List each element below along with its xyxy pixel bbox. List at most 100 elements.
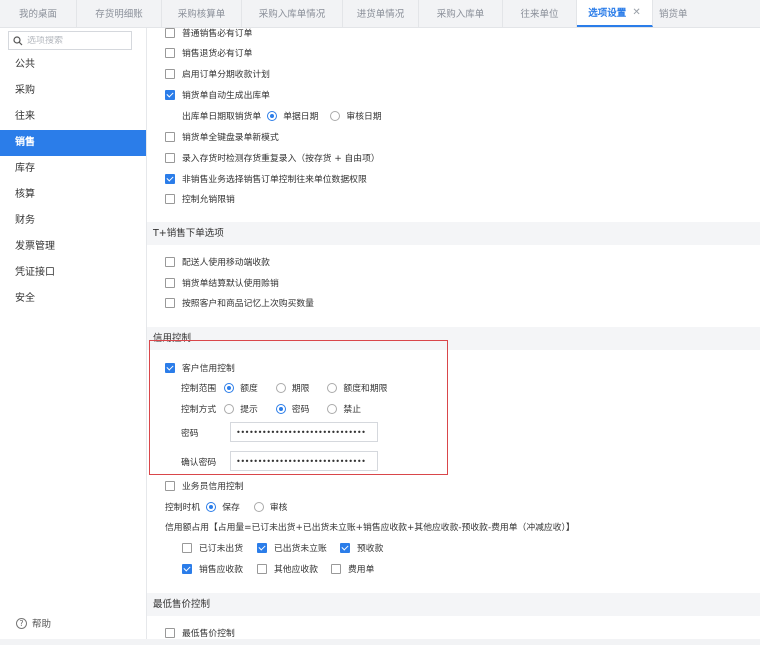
help-link[interactable]: ? 帮助 xyxy=(16,616,51,630)
sidebar-item-accounting[interactable]: 核算 xyxy=(0,182,146,208)
option-remember-quantity[interactable]: 按照客户和商品记忆上次购买数量 xyxy=(165,296,314,309)
tab-my-desktop[interactable]: 我的桌面 xyxy=(0,0,77,27)
sidebar-item-invoice[interactable]: 发票管理 xyxy=(0,234,146,260)
option-shipped-not-billed[interactable]: 已出货未立账 xyxy=(257,541,340,554)
checkbox-checked[interactable] xyxy=(165,362,175,373)
radio-mode-password[interactable]: 密码 xyxy=(275,402,309,415)
option-default-credit-sale[interactable]: 销货单结算默认使用赊销 xyxy=(165,276,279,289)
tab-purchase-receipt[interactable]: 采购入库单 xyxy=(419,0,503,27)
close-icon[interactable]: ✕ xyxy=(632,7,640,18)
option-label: 按照客户和商品记忆上次购买数量 xyxy=(182,299,314,309)
tab-inventory-ledger[interactable]: 存货明细账 xyxy=(77,0,162,27)
tab-purchase-status[interactable]: 进货单情况 xyxy=(343,0,419,27)
radio[interactable] xyxy=(267,110,278,121)
option-min-price[interactable]: 最低售价控制 xyxy=(165,626,235,639)
checkbox[interactable] xyxy=(165,131,175,142)
confirm-password-field[interactable]: •••••••••••••••••••••••••••••• xyxy=(230,451,378,471)
option-expense-bill[interactable]: 费用单 xyxy=(331,562,374,575)
checkbox-checked[interactable] xyxy=(165,89,175,100)
checkbox[interactable] xyxy=(165,297,175,308)
option-label: 控制允销限销 xyxy=(182,195,235,205)
radio-label: 保存 xyxy=(222,503,240,513)
radio[interactable] xyxy=(327,382,338,393)
checkbox[interactable] xyxy=(257,563,267,574)
radio-range-period[interactable]: 期限 xyxy=(275,381,309,394)
tab-label: 采购核算单 xyxy=(177,9,226,20)
radio[interactable] xyxy=(330,110,341,121)
radio-mode-prompt[interactable]: 提示 xyxy=(224,402,258,415)
option-label: 普通销售必有订单 xyxy=(182,29,253,39)
radio-range-amount[interactable]: 额度 xyxy=(224,381,258,394)
option-label: 预收款 xyxy=(357,544,384,554)
formula-options-row-1: 已订未出货 已出货未立账 预收款 xyxy=(182,541,383,554)
checkbox[interactable] xyxy=(165,627,175,638)
sidebar-item-voucher[interactable]: 凭证接口 xyxy=(0,260,146,286)
control-range-row: 控制范围 额度 期限 额度和期限 xyxy=(181,381,387,394)
option-return-order-required[interactable]: 销售退货必有订单 xyxy=(165,46,252,59)
option-duplicate-check[interactable]: 录入存货时检测存货重复录入（按存货 + 自由项） xyxy=(165,151,380,164)
option-customer-credit[interactable]: 客户信用控制 xyxy=(165,361,235,374)
checkbox-checked[interactable] xyxy=(340,542,350,553)
tab-options[interactable]: 选项设置 ✕ xyxy=(577,0,653,27)
radio[interactable] xyxy=(253,501,264,512)
checkbox-checked[interactable] xyxy=(165,173,175,184)
option-ordered-not-shipped[interactable]: 已订未出货 xyxy=(182,541,257,554)
option-other-receivable[interactable]: 其他应收款 xyxy=(257,562,331,575)
sidebar-item-partners[interactable]: 往来 xyxy=(0,104,146,130)
checkbox[interactable] xyxy=(182,542,192,553)
radio-document-date[interactable]: 单据日期 xyxy=(267,109,318,122)
radio-timing-save[interactable]: 保存 xyxy=(206,500,240,513)
checkbox[interactable] xyxy=(165,256,175,267)
option-advance-receipt[interactable]: 预收款 xyxy=(340,541,383,554)
radio-audit-date[interactable]: 审核日期 xyxy=(330,109,382,122)
radio[interactable] xyxy=(327,403,338,414)
radio[interactable] xyxy=(275,403,286,414)
radio-label: 额度 xyxy=(240,384,258,394)
password-field[interactable]: •••••••••••••••••••••••••••••• xyxy=(230,422,378,442)
checkbox-checked[interactable] xyxy=(257,542,267,553)
option-mobile-collection[interactable]: 配送人使用移动端收款 xyxy=(165,255,270,268)
radio[interactable] xyxy=(275,382,286,393)
search-box[interactable] xyxy=(8,31,132,50)
bottom-bar xyxy=(0,639,760,645)
search-input[interactable] xyxy=(27,35,127,46)
checkbox[interactable] xyxy=(165,68,175,79)
checkbox[interactable] xyxy=(165,47,175,58)
option-sales-receivable[interactable]: 销售应收款 xyxy=(182,562,257,575)
radio-timing-audit[interactable]: 审核 xyxy=(253,500,287,513)
control-range-label: 控制范围 xyxy=(181,384,217,394)
checkbox[interactable] xyxy=(331,563,341,574)
checkbox-checked[interactable] xyxy=(182,563,192,574)
sidebar-item-common[interactable]: 公共 xyxy=(0,52,146,78)
sidebar-item-inventory[interactable]: 库存 xyxy=(0,156,146,182)
option-keyboard-mode[interactable]: 销货单全键盘录单新模式 xyxy=(165,130,279,143)
tab-purchase-accounting[interactable]: 采购核算单 xyxy=(162,0,242,27)
option-auto-outbound[interactable]: 销货单自动生成出库单 xyxy=(165,88,270,101)
option-salesperson-credit[interactable]: 业务员信用控制 xyxy=(165,479,244,492)
checkbox[interactable] xyxy=(165,277,175,288)
option-installment-plan[interactable]: 启用订单分期收款计划 xyxy=(165,67,270,80)
radio[interactable] xyxy=(224,403,235,414)
checkbox[interactable] xyxy=(165,480,175,491)
radio[interactable] xyxy=(206,501,217,512)
tab-partners[interactable]: 往来单位 xyxy=(503,0,577,27)
tab-sales-order[interactable]: 销货单 xyxy=(653,0,760,27)
sidebar-item-finance[interactable]: 财务 xyxy=(0,208,146,234)
tab-purchase-receipt-status[interactable]: 采购入库单情况 xyxy=(242,0,343,27)
option-sales-limit[interactable]: 控制允销限销 xyxy=(165,192,235,205)
radio-mode-forbid[interactable]: 禁止 xyxy=(327,402,361,415)
sidebar-item-sales[interactable]: 销售 xyxy=(0,130,146,156)
checkbox[interactable] xyxy=(165,193,175,204)
checkbox[interactable] xyxy=(165,152,175,163)
tab-label: 进货单情况 xyxy=(356,9,405,20)
option-label: 销售应收款 xyxy=(199,565,243,575)
radio-range-both[interactable]: 额度和期限 xyxy=(327,381,387,394)
option-data-permission[interactable]: 非销售业务选择销售订单控制往来单位数据权限 xyxy=(165,172,367,185)
option-order-required[interactable]: 普通销售必有订单 xyxy=(165,26,252,39)
sidebar-item-purchase[interactable]: 采购 xyxy=(0,78,146,104)
option-label: 非销售业务选择销售订单控制往来单位数据权限 xyxy=(182,175,367,185)
radio[interactable] xyxy=(224,382,235,393)
tab-label: 往来单位 xyxy=(520,9,559,20)
checkbox[interactable] xyxy=(165,27,175,38)
sidebar-item-security[interactable]: 安全 xyxy=(0,286,146,312)
